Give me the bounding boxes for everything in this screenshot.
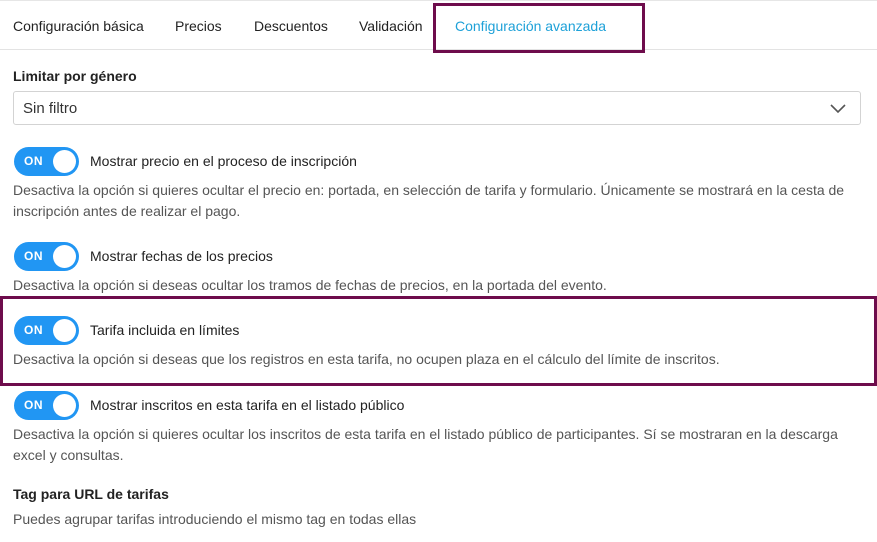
option-description: Desactiva la opción si deseas ocultar lo… <box>13 277 607 293</box>
gender-filter-selected-value: Sin filtro <box>23 100 78 117</box>
tag-url-title: Tag para URL de tarifas <box>13 486 169 502</box>
show-price-toggle[interactable]: ON <box>14 147 79 176</box>
option-description: Desactiva la opción si quieres ocultar l… <box>13 426 838 463</box>
toggle-knob <box>53 150 76 173</box>
gender-filter-label: Limitar por género <box>13 68 137 84</box>
toggle-knob <box>53 245 76 268</box>
tag-url-description: Puedes agrupar tarifas introduciendo el … <box>13 511 417 527</box>
option-title: Mostrar fechas de los precios <box>90 248 273 264</box>
option-description: Desactiva la opción si quieres ocultar e… <box>13 182 845 219</box>
toggle-state-label: ON <box>24 398 43 412</box>
active-tab-highlight-box <box>433 3 645 53</box>
tab-precios[interactable]: Precios <box>175 18 222 34</box>
show-price-dates-toggle[interactable]: ON <box>14 242 79 271</box>
option-title: Mostrar precio en el proceso de inscripc… <box>90 153 357 169</box>
toggle-state-label: ON <box>24 154 43 168</box>
gender-filter-select[interactable]: Sin filtro <box>13 91 861 125</box>
tab-validacion[interactable]: Validación <box>359 18 423 34</box>
option-title: Mostrar inscritos en esta tarifa en el l… <box>90 397 405 413</box>
toggle-knob <box>53 394 76 417</box>
rate-in-limits-highlight-box <box>0 296 877 386</box>
tab-descuentos[interactable]: Descuentos <box>254 18 328 34</box>
toggle-state-label: ON <box>24 249 43 263</box>
show-registrants-toggle[interactable]: ON <box>14 391 79 420</box>
tab-configuracion-basica[interactable]: Configuración básica <box>13 18 144 34</box>
chevron-down-icon <box>830 104 846 114</box>
